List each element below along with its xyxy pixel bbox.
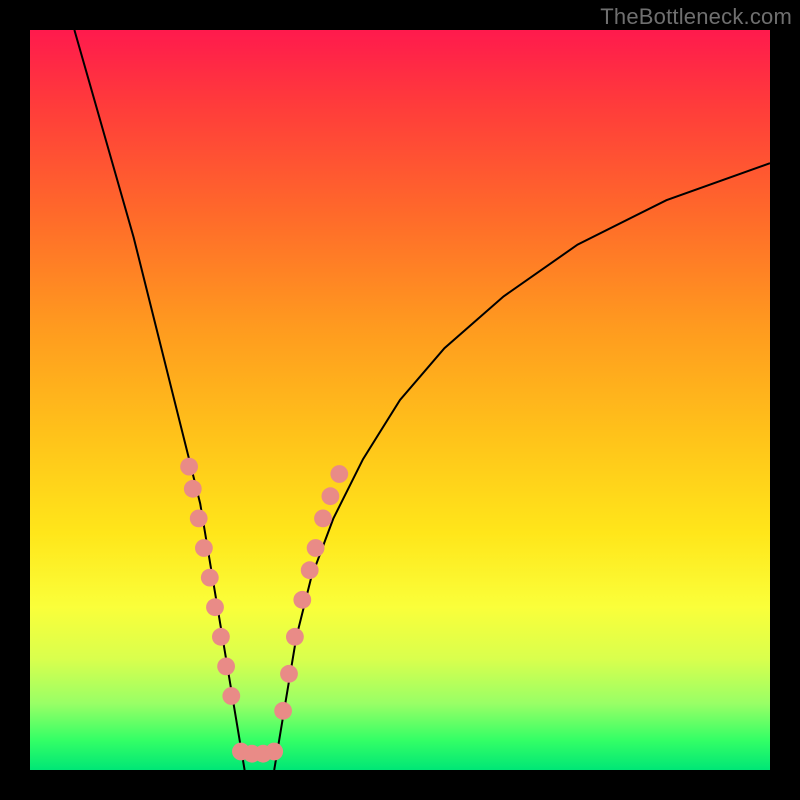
- watermark-text: TheBottleneck.com: [600, 4, 792, 30]
- marker-point: [322, 487, 340, 505]
- marker-point: [274, 702, 292, 720]
- series-right-curve: [274, 163, 770, 770]
- marker-point: [201, 569, 219, 587]
- marker-point: [314, 510, 332, 528]
- chart-svg: [30, 30, 770, 770]
- marker-point: [180, 458, 198, 476]
- marker-point: [212, 628, 230, 646]
- marker-point: [301, 561, 319, 579]
- marker-point: [293, 591, 311, 609]
- marker-point: [217, 658, 235, 676]
- marker-point: [184, 480, 202, 498]
- marker-point: [286, 628, 304, 646]
- marker-point: [222, 687, 240, 705]
- series-left-curve: [74, 30, 244, 770]
- marker-point: [206, 598, 224, 616]
- chart-markers: [180, 458, 348, 763]
- chart-plot-area: [30, 30, 770, 770]
- chart-curves: [74, 30, 770, 770]
- marker-point: [307, 539, 325, 557]
- marker-point: [330, 465, 348, 483]
- marker-point: [195, 539, 213, 557]
- marker-point: [265, 743, 283, 761]
- marker-point: [190, 510, 208, 528]
- marker-point: [280, 665, 298, 683]
